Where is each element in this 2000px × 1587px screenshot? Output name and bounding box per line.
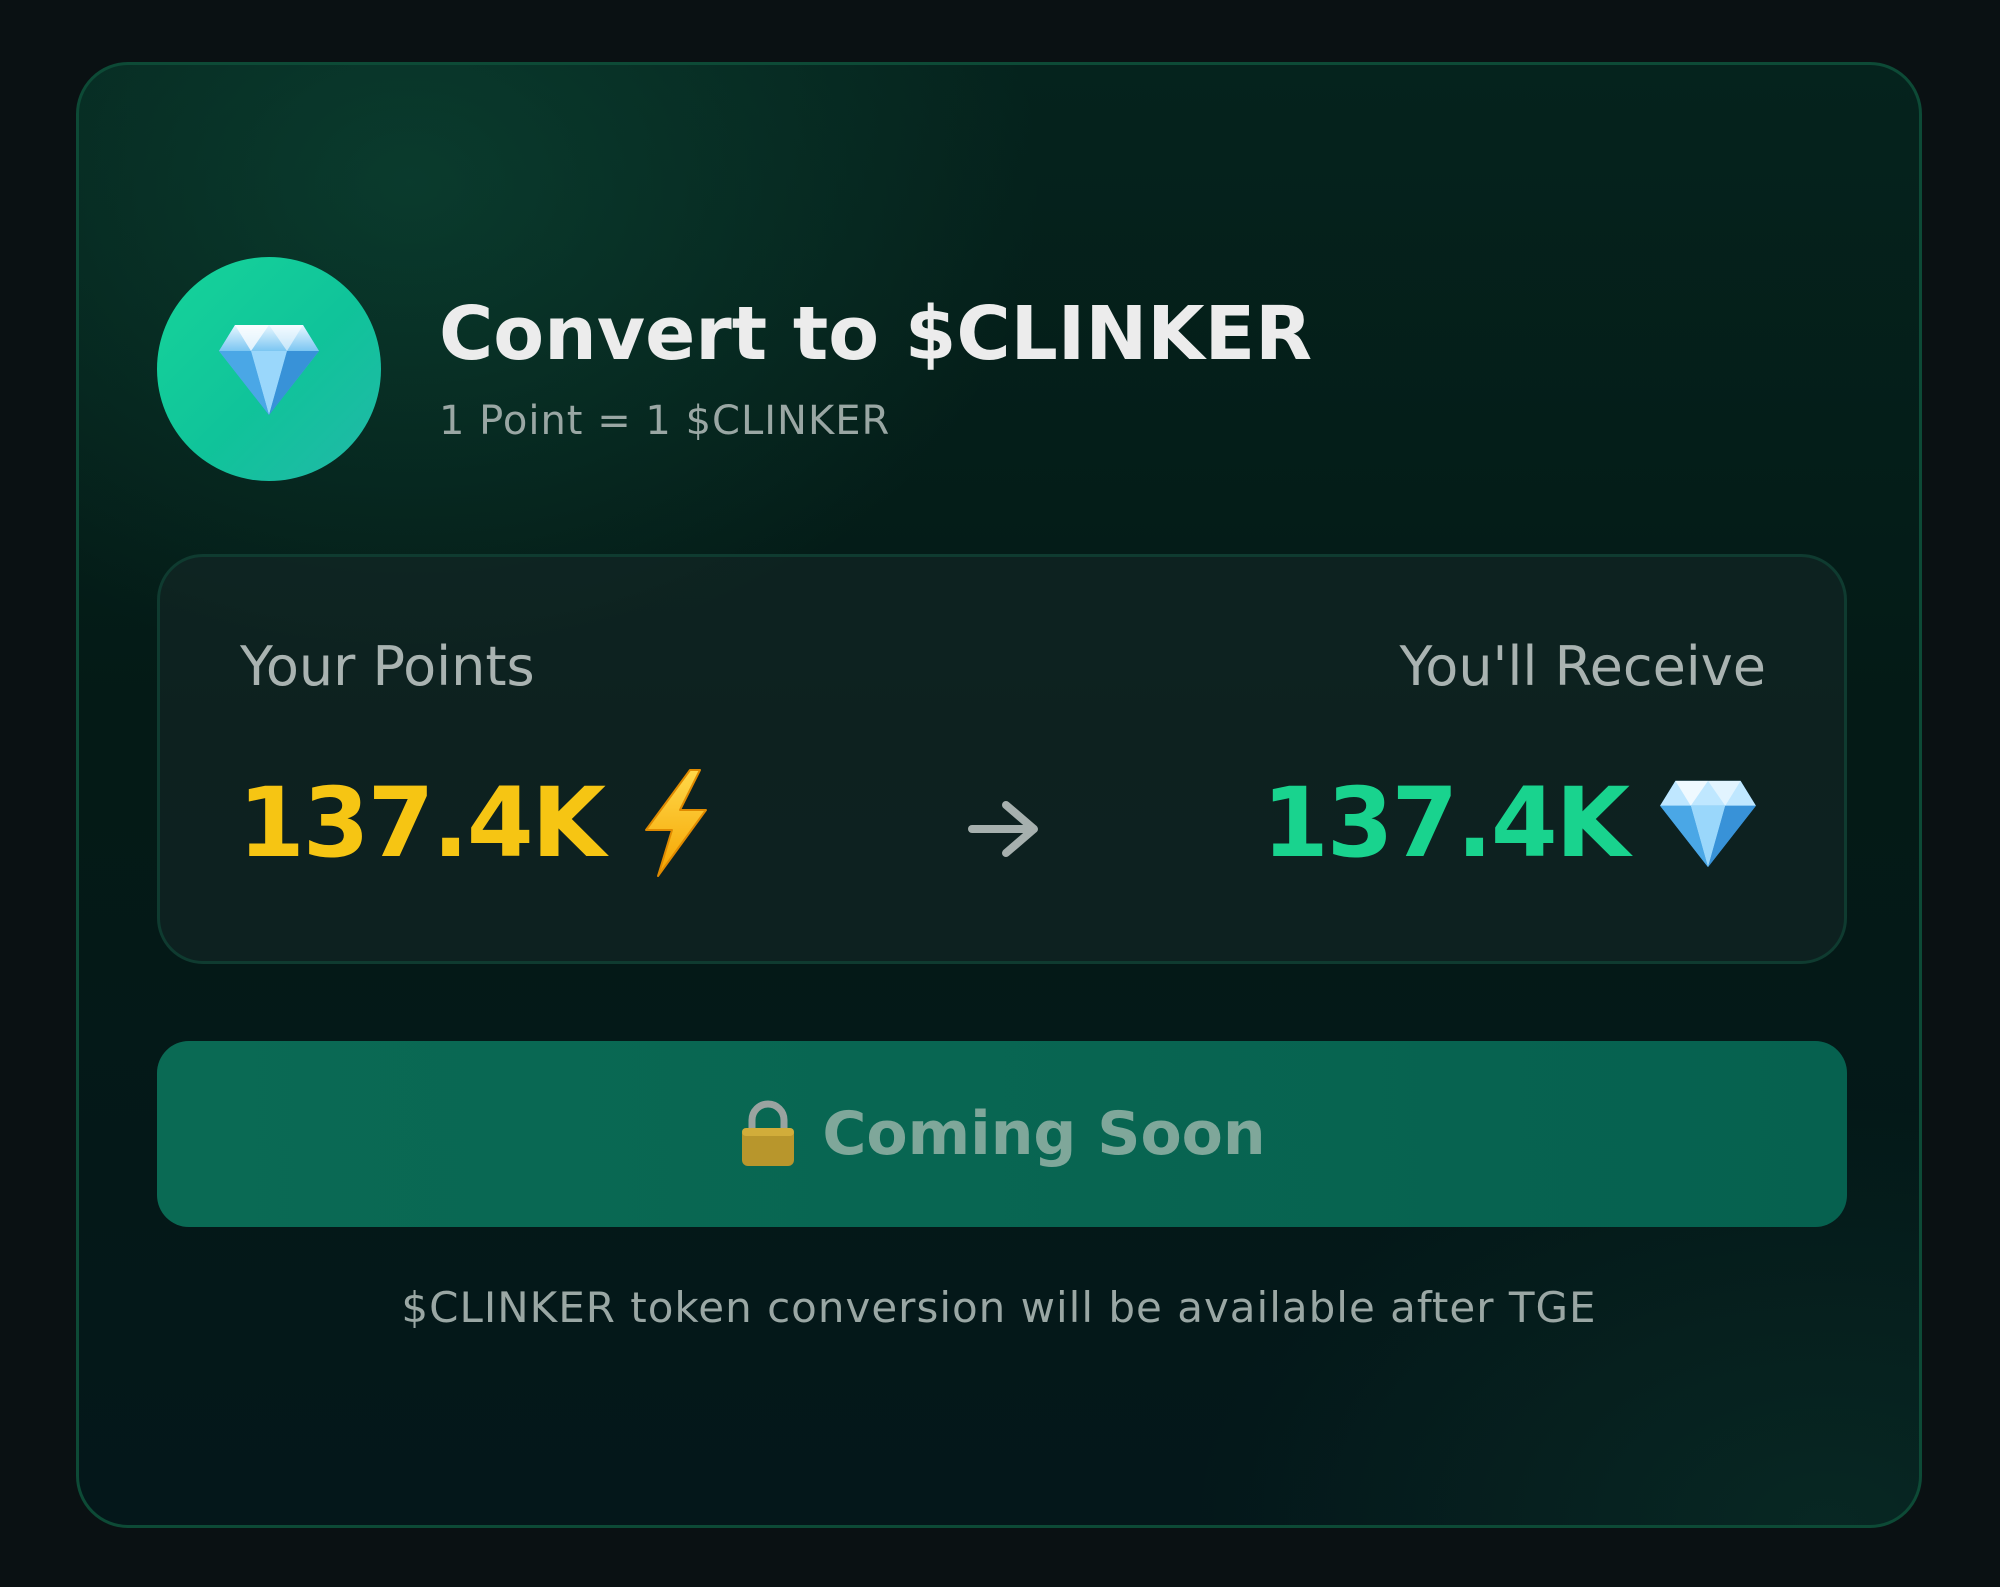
lightning-icon: [645, 769, 708, 877]
diamond-icon: [1660, 780, 1756, 868]
receive-value: 137.4K: [1261, 767, 1630, 879]
card-header: Convert to $CLINKER 1 Point = 1 $CLINKER: [157, 255, 1312, 483]
coming-soon-button[interactable]: Coming Soon: [157, 1041, 1847, 1227]
receive-label: You'll Receive: [1399, 635, 1766, 698]
lock-icon: [742, 1100, 795, 1166]
coming-soon-label: Coming Soon: [822, 1099, 1266, 1169]
conversion-rate: 1 Point = 1 $CLINKER: [439, 397, 891, 444]
conversion-panel: Your Points You'll Receive 137.4K 137.4K: [157, 554, 1847, 964]
diamond-icon: [219, 325, 319, 415]
availability-note: $CLINKER token conversion will be availa…: [401, 1283, 1597, 1332]
points-value: 137.4K: [238, 767, 606, 879]
arrow-right-icon: [966, 797, 1042, 865]
receive-value-group: 137.4K: [1262, 767, 1760, 879]
card-title: Convert to $CLINKER: [439, 291, 1313, 378]
token-avatar: [157, 257, 381, 481]
header-text: Convert to $CLINKER 1 Point = 1 $CLINKER: [439, 291, 1313, 444]
points-value-group: 137.4K: [238, 767, 712, 879]
convert-card: Convert to $CLINKER 1 Point = 1 $CLINKER…: [76, 62, 1922, 1528]
your-points-label: Your Points: [240, 635, 535, 698]
